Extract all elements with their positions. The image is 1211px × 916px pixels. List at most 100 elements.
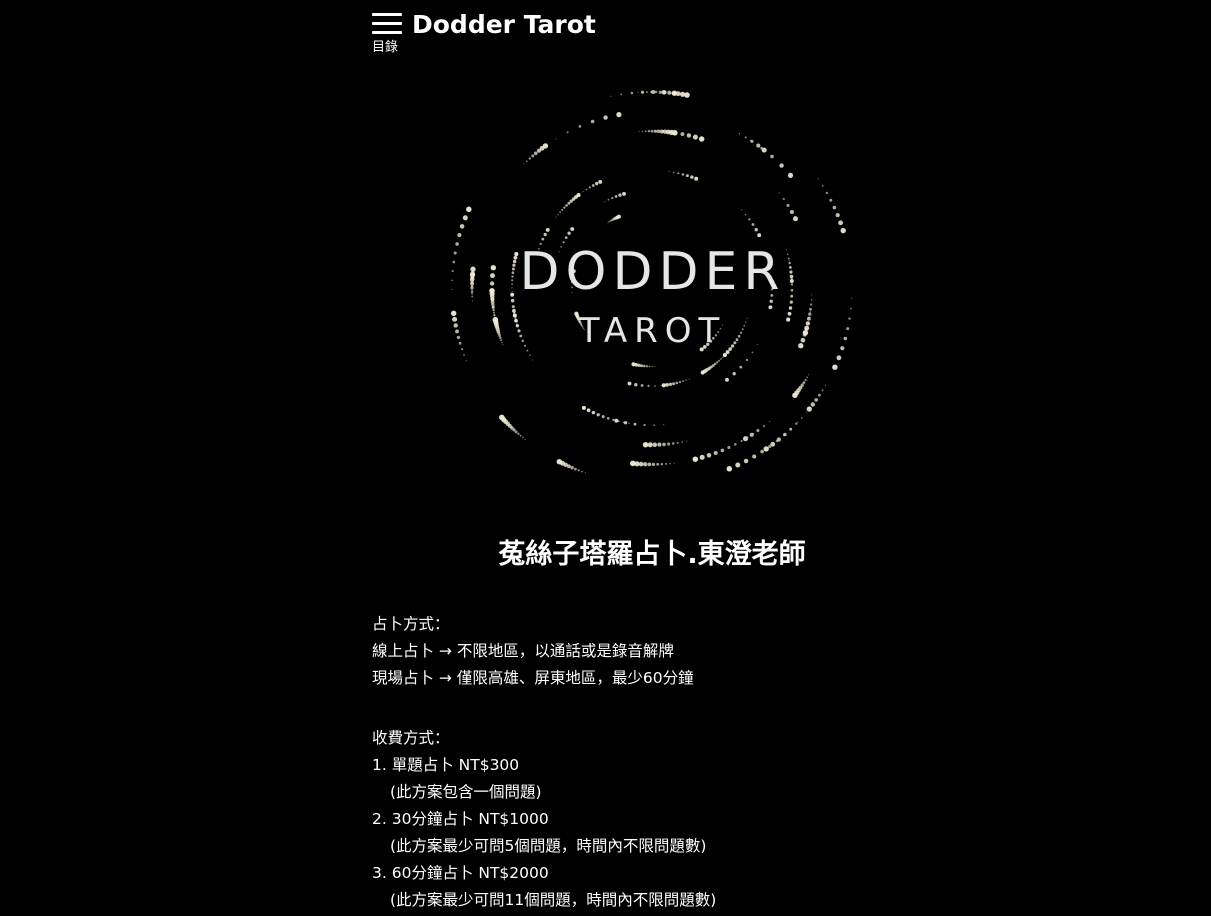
swirl-dot bbox=[463, 354, 465, 356]
swirl-dot bbox=[739, 365, 743, 369]
swirl-dot bbox=[790, 428, 792, 430]
swirl-dot bbox=[692, 134, 698, 140]
swirl-dot bbox=[663, 424, 665, 426]
swirl-dot bbox=[825, 191, 829, 195]
swirl-dot bbox=[622, 191, 626, 196]
swirl-dot bbox=[744, 136, 747, 139]
swirl-dot bbox=[628, 422, 630, 425]
swirl-dot bbox=[637, 91, 639, 94]
swirl-dot bbox=[724, 354, 726, 356]
swirl-dot bbox=[667, 442, 671, 446]
swirl-dot bbox=[648, 365, 651, 368]
swirl-dot bbox=[528, 157, 531, 160]
swirl-dot bbox=[742, 436, 749, 442]
swirl-dot bbox=[763, 446, 769, 452]
swirl-dot bbox=[673, 462, 675, 464]
swirl-dot bbox=[775, 439, 779, 443]
swirl-dot bbox=[835, 213, 840, 218]
swirl-dot bbox=[651, 462, 656, 467]
swirl-dot bbox=[800, 417, 803, 419]
swirl-dot bbox=[725, 377, 729, 382]
swirl-dot bbox=[810, 402, 815, 407]
swirl-dot bbox=[577, 469, 580, 472]
swirl-dot bbox=[700, 370, 705, 375]
hamburger-icon bbox=[372, 13, 402, 16]
swirl-dot bbox=[567, 201, 571, 205]
swirl-dot bbox=[802, 381, 806, 385]
swirl-dot bbox=[685, 174, 689, 178]
method-line-online: 線上占卜 → 不限地區，以通話或是錄音解牌 bbox=[372, 642, 674, 660]
swirl-dot bbox=[778, 192, 780, 194]
menu-label: 目錄 bbox=[372, 40, 399, 55]
swirl-dot bbox=[682, 380, 685, 383]
swirl-dot bbox=[643, 462, 648, 467]
fee-item-note: (此方案最少可問11個問題，時間內不限問題數) bbox=[390, 891, 717, 909]
swirl-dot bbox=[681, 441, 684, 443]
swirl-dot bbox=[563, 206, 566, 209]
swirl-dot bbox=[795, 422, 798, 425]
fee-item-label: 3. 60分鐘占卜 NT$2000 bbox=[372, 864, 549, 882]
swirl-dot bbox=[661, 89, 667, 95]
swirl-dot bbox=[792, 392, 798, 399]
swirl-dot bbox=[660, 462, 664, 466]
swirl-dot bbox=[720, 448, 725, 453]
swirl-dot bbox=[699, 454, 705, 460]
swirl-dot bbox=[677, 172, 680, 175]
swirl-dot bbox=[672, 171, 675, 174]
swirl-dot bbox=[591, 410, 596, 415]
swirl-dot bbox=[529, 354, 531, 357]
swirl-dot bbox=[661, 383, 666, 388]
swirl-dot bbox=[595, 181, 599, 186]
swirl-dot bbox=[818, 393, 821, 397]
swirl-dot bbox=[653, 424, 655, 427]
swirl-dot bbox=[570, 466, 574, 470]
swirl-dot bbox=[466, 206, 472, 213]
swirl-dot bbox=[694, 176, 699, 181]
swirl-dot bbox=[745, 358, 749, 362]
swirl-dot bbox=[676, 441, 679, 444]
method-line-onsite: 現場占卜 → 僅限高雄、屏東地區，最少60分鐘 bbox=[372, 669, 694, 687]
swirl-dot bbox=[722, 356, 724, 358]
menu-button[interactable]: 目錄 bbox=[370, 10, 404, 58]
swirl-dot bbox=[733, 443, 737, 446]
swirl-dot bbox=[570, 227, 575, 231]
swirl-dot bbox=[788, 306, 793, 310]
swirl-dot bbox=[654, 385, 656, 387]
swirl-dot bbox=[534, 151, 538, 156]
site-title[interactable]: Dodder Tarot bbox=[412, 8, 596, 42]
swirl-dot bbox=[667, 90, 672, 95]
swirl-dot bbox=[821, 389, 824, 392]
swirl-dot bbox=[685, 379, 687, 381]
logo: DODDER TAROT bbox=[440, 78, 865, 506]
swirl-dot bbox=[584, 472, 586, 474]
swirl-dot bbox=[684, 92, 690, 98]
swirl-dot bbox=[757, 233, 762, 238]
fee-item-note: (此方案包含一個問題) bbox=[390, 783, 542, 801]
swirl-dot bbox=[669, 462, 671, 465]
fee-section-title: 收費方式： bbox=[372, 729, 450, 747]
swirl-dot bbox=[578, 125, 582, 128]
swirl-dot bbox=[832, 205, 837, 210]
swirl-dot bbox=[672, 130, 678, 136]
swirl-dot bbox=[581, 405, 586, 410]
swirl-dot bbox=[718, 359, 721, 362]
swirl-dot bbox=[532, 359, 534, 361]
swirl-dot bbox=[645, 365, 649, 368]
swirl-dot bbox=[531, 154, 535, 158]
swirl-dot bbox=[645, 91, 648, 94]
swirl-dot bbox=[656, 129, 661, 134]
swirl-dot bbox=[517, 432, 520, 435]
swirl-dot bbox=[608, 220, 611, 223]
swirl-dot bbox=[543, 232, 547, 237]
swirl-dot bbox=[627, 381, 632, 386]
swirl-dot bbox=[664, 462, 668, 465]
swirl-dot bbox=[726, 466, 733, 472]
swirl-dot bbox=[652, 442, 658, 448]
swirl-dot bbox=[671, 442, 675, 445]
swirl-dot bbox=[576, 193, 581, 198]
page: 目錄 Dodder Tarot DODDER TAROT 菟絲子塔羅占卜.東澄老… bbox=[0, 0, 1211, 916]
swirl-dot bbox=[591, 184, 595, 187]
swirl-dot bbox=[638, 131, 640, 133]
swirl-dot bbox=[557, 213, 559, 216]
